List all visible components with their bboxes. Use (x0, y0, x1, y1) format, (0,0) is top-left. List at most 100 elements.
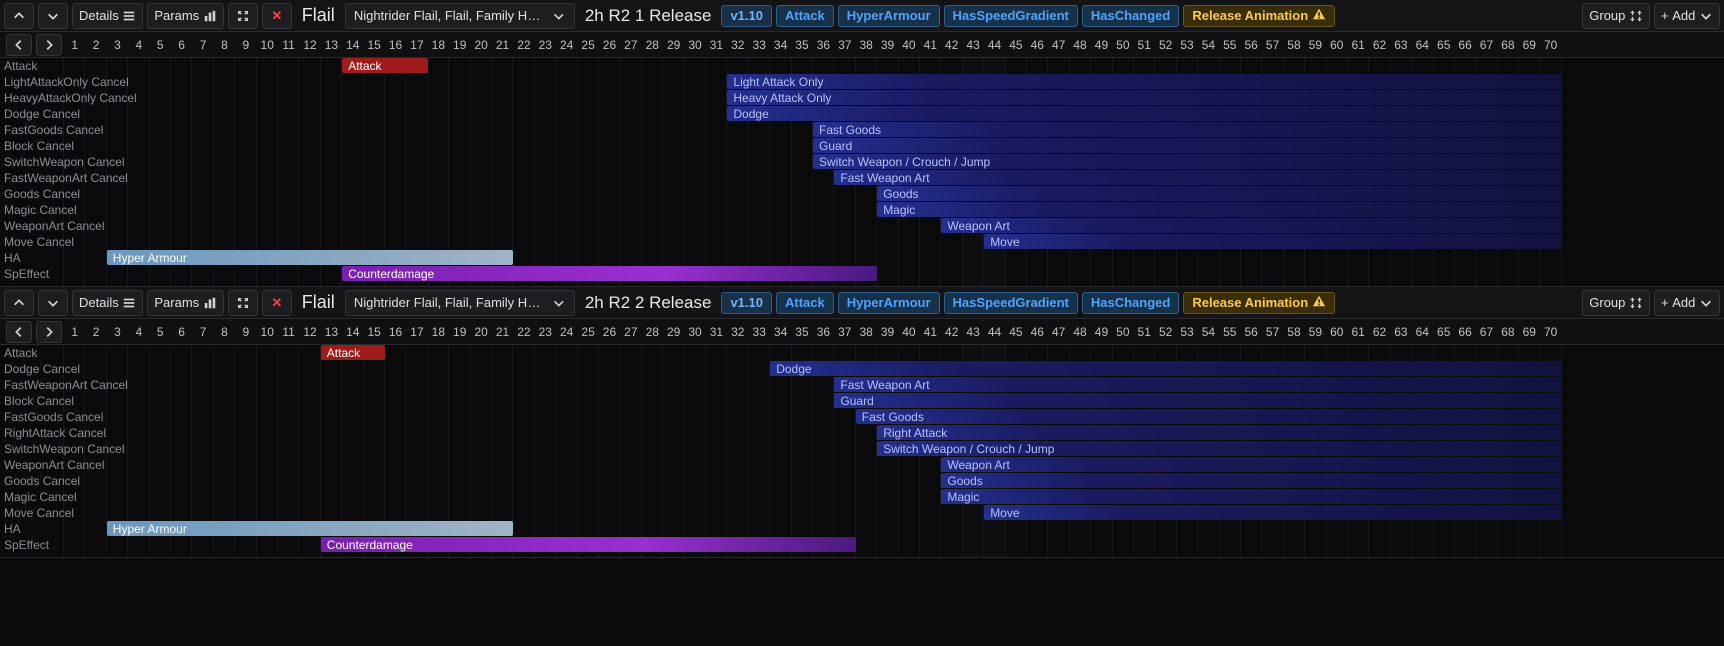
collapse-button[interactable] (228, 290, 258, 316)
bar-label: Counterdamage (327, 538, 413, 552)
tag-attack[interactable]: Attack (776, 292, 834, 314)
ruler-tick: 12 (299, 38, 320, 52)
timeline-bar-cancel[interactable]: Light Attack Only (727, 74, 1562, 89)
ruler-tick: 43 (962, 325, 983, 339)
ruler-tick: 47 (1048, 38, 1069, 52)
params-label: Params (154, 295, 199, 310)
timeline-bar-ha[interactable]: Hyper Armour (107, 521, 514, 536)
prev-button[interactable] (6, 34, 32, 56)
bar-label: Weapon Art (947, 458, 1009, 472)
timeline-bar-sp[interactable]: Counterdamage (321, 537, 856, 552)
tag-haschanged[interactable]: HasChanged (1082, 5, 1179, 27)
timeline-bar-cancel[interactable]: Right Attack (877, 425, 1562, 440)
group-button[interactable]: Group (1582, 3, 1650, 29)
timeline-bar-ha[interactable]: Hyper Armour (107, 250, 514, 265)
ruler-tick: 4 (128, 325, 149, 339)
timeline-bar-cancel[interactable]: Weapon Art (941, 218, 1562, 233)
timeline-bar-cancel[interactable]: Fast Goods (813, 122, 1562, 137)
params-label: Params (154, 8, 199, 23)
timeline-bar-cancel[interactable]: Weapon Art (941, 457, 1562, 472)
ruler-tick: 64 (1412, 38, 1433, 52)
tag-hasspeedgradient[interactable]: HasSpeedGradient (944, 292, 1078, 314)
ruler-tick: 19 (449, 38, 470, 52)
add-button[interactable]: + Add (1654, 290, 1720, 316)
timeline-bar-cancel[interactable]: Move (984, 234, 1562, 249)
move-up-button[interactable] (4, 290, 34, 316)
ruler-tick: 34 (770, 325, 791, 339)
ruler-tick: 58 (1283, 325, 1304, 339)
track-label: WeaponArt Cancel (4, 458, 105, 472)
weapon-select[interactable]: Nightrider Flail, Flail, Family Hea... (345, 3, 575, 29)
tag-hasspeedgradient[interactable]: HasSpeedGradient (944, 5, 1078, 27)
close-button[interactable]: ✕ (262, 290, 292, 316)
ruler-tick: 5 (150, 38, 171, 52)
timeline-bar-cancel[interactable]: Dodge (727, 106, 1562, 121)
release-animation-tag[interactable]: Release Animation (1183, 292, 1335, 314)
timeline-bar-cancel[interactable]: Move (984, 505, 1562, 520)
timeline-bar-cancel[interactable]: Magic (877, 202, 1562, 217)
collapse-button[interactable] (228, 3, 258, 29)
move-down-button[interactable] (38, 290, 68, 316)
track-label: HA (4, 522, 21, 536)
ruler-tick: 29 (663, 38, 684, 52)
bars-icon (203, 296, 217, 310)
timeline-bar-cancel[interactable]: Guard (813, 138, 1562, 153)
ruler-tick: 52 (1155, 325, 1176, 339)
ruler-tick: 35 (791, 325, 812, 339)
ruler-tick: 70 (1540, 325, 1561, 339)
close-button[interactable]: ✕ (262, 3, 292, 29)
bar-label: Magic (947, 490, 979, 504)
next-button[interactable] (36, 321, 62, 343)
timeline-bar-cancel[interactable]: Switch Weapon / Crouch / Jump (877, 441, 1562, 456)
details-label: Details (79, 295, 119, 310)
timeline-bar-attack[interactable]: Attack (342, 58, 428, 73)
next-button[interactable] (36, 34, 62, 56)
ruler-tick: 22 (513, 325, 534, 339)
ruler-tick: 32 (727, 38, 748, 52)
ruler-tick: 3 (107, 325, 128, 339)
timeline-bar-cancel[interactable]: Guard (834, 393, 1562, 408)
ruler-tick: 21 (492, 38, 513, 52)
collapse-icon (236, 9, 250, 23)
prev-button[interactable] (6, 321, 32, 343)
release-animation-tag[interactable]: Release Animation (1183, 5, 1335, 27)
tag-haschanged[interactable]: HasChanged (1082, 292, 1179, 314)
track-area: AttackAttackLightAttackOnly CancelLight … (0, 58, 1724, 286)
timeline-bar-cancel[interactable]: Heavy Attack Only (727, 90, 1562, 105)
params-button[interactable]: Params (147, 3, 223, 29)
add-button[interactable]: + Add (1654, 3, 1720, 29)
timeline-bar-cancel[interactable]: Goods (877, 186, 1562, 201)
bar-label: Dodge (733, 107, 768, 121)
details-button[interactable]: Details (72, 3, 143, 29)
timeline-bar-attack[interactable]: Attack (321, 345, 385, 360)
weapon-select[interactable]: Nightrider Flail, Flail, Family Hea... (345, 290, 575, 316)
track-label: Magic Cancel (4, 203, 77, 217)
timeline-bar-cancel[interactable]: Dodge (770, 361, 1562, 376)
track-row: Dodge CancelDodge (0, 106, 1724, 122)
timeline-bar-cancel[interactable]: Fast Goods (856, 409, 1562, 424)
timeline-bar-cancel[interactable]: Goods (941, 473, 1562, 488)
timeline-bar-cancel[interactable]: Fast Weapon Art (834, 170, 1562, 185)
tag-attack[interactable]: Attack (776, 5, 834, 27)
timeline-bar-cancel[interactable]: Magic (941, 489, 1562, 504)
track-label: Block Cancel (4, 139, 74, 153)
timeline-bar-cancel[interactable]: Fast Weapon Art (834, 377, 1562, 392)
tag-hyperarmour[interactable]: HyperArmour (838, 292, 940, 314)
details-label: Details (79, 8, 119, 23)
ruler-tick: 2 (85, 38, 106, 52)
ruler-tick: 15 (363, 38, 384, 52)
ruler-tick: 37 (834, 325, 855, 339)
move-down-button[interactable] (38, 3, 68, 29)
track-row: Block CancelGuard (0, 393, 1724, 409)
bar-label: Goods (947, 474, 982, 488)
ruler-tick: 16 (385, 325, 406, 339)
params-button[interactable]: Params (147, 290, 223, 316)
timeline-bar-sp[interactable]: Counterdamage (342, 266, 877, 281)
bar-label: Dodge (776, 362, 811, 376)
timeline-bar-cancel[interactable]: Switch Weapon / Crouch / Jump (813, 154, 1562, 169)
move-up-button[interactable] (4, 3, 34, 29)
tag-hyperarmour[interactable]: HyperArmour (838, 5, 940, 27)
details-button[interactable]: Details (72, 290, 143, 316)
ruler-tick: 26 (599, 325, 620, 339)
group-button[interactable]: Group (1582, 290, 1650, 316)
